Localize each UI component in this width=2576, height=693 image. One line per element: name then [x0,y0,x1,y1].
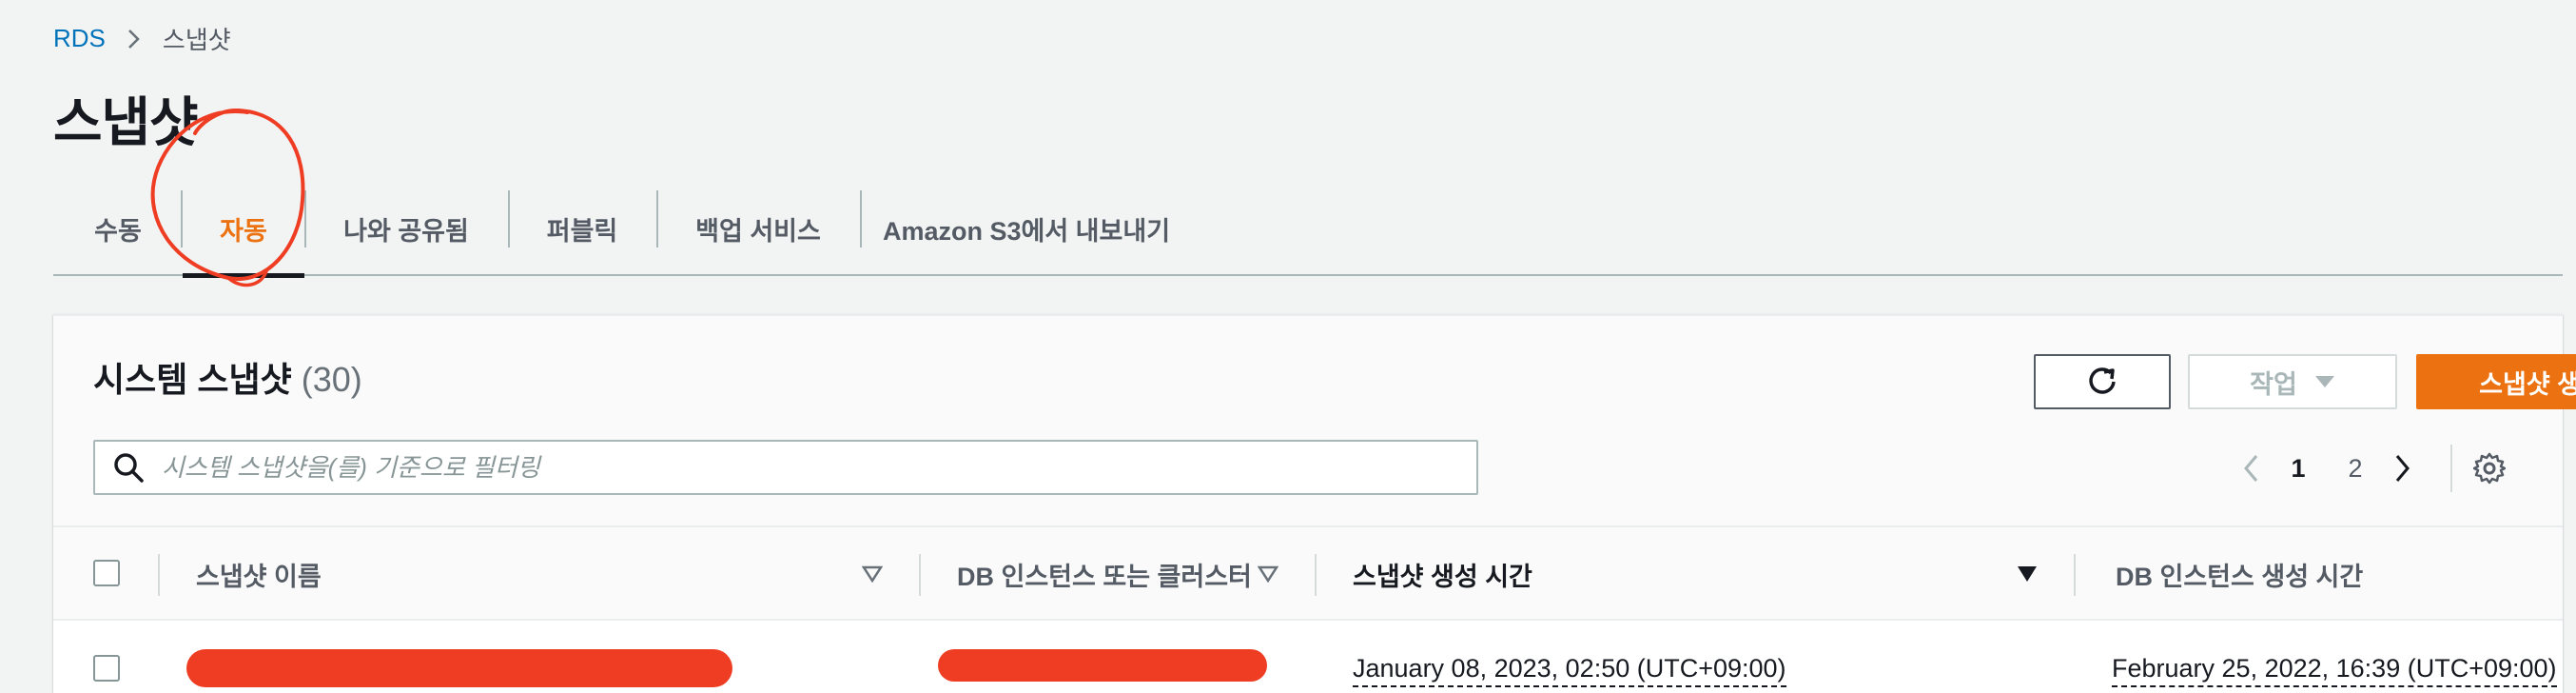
chevron-left-icon[interactable] [2232,453,2270,484]
search-box [93,440,1478,495]
tab-public[interactable]: 퍼블릭 [508,181,656,276]
pagination-divider [2450,445,2452,492]
page-number[interactable]: 1 [2270,454,2327,484]
snapshots-panel: 시스템 스냅샷 (30) 작업 스냅샷 생성 1 2 [53,314,2576,693]
panel-header: 시스템 스냅샷 (30) 작업 스냅샷 생성 1 2 [53,316,2576,527]
chevron-right-icon[interactable] [2384,453,2422,484]
search-icon [112,451,145,484]
tab-bar: 수동 자동 나와 공유됨 퍼블릭 백업 서비스 Amazon S3에서 내보내기 [53,181,2563,278]
breadcrumb: RDS 스냅샷 [53,21,231,56]
tab-shared-with-me[interactable]: 나와 공유됨 [304,181,508,276]
snapshot-time-value: January 08, 2023, 02:50 (UTC+09:00) [1353,651,1786,687]
chevron-right-icon [127,28,142,50]
panel-title-text: 시스템 스냅샷 [93,360,292,399]
column-divider [919,554,921,596]
page-number[interactable]: 2 [2327,454,2384,484]
refresh-button[interactable] [2034,354,2171,409]
instance-time-value: February 25, 2022, 16:39 (UTC+09:00) [2112,651,2557,687]
sort-icon[interactable] [862,527,883,621]
select-all-checkbox[interactable] [93,560,120,586]
redaction-mark [186,649,732,687]
breadcrumb-rds-link[interactable]: RDS [53,24,106,53]
table-row[interactable]: January 08, 2023, 02:50 (UTC+09:00) Febr… [53,623,2563,693]
column-header-snapshot-name[interactable]: 스냅샷 이름 [196,527,322,621]
refresh-icon [2085,365,2119,399]
actions-label: 작업 [2250,369,2297,399]
panel-count: (30) [301,360,362,399]
instance-time-cell: February 25, 2022, 16:39 (UTC+09:00) [2112,623,2557,693]
column-divider [2074,554,2076,596]
panel-title: 시스템 스냅샷 (30) [93,352,362,402]
tab-exports-in-s3[interactable]: Amazon S3에서 내보내기 [860,181,1193,276]
settings-icon[interactable] [2473,452,2506,485]
create-snapshot-button[interactable]: 스냅샷 생성 [2416,354,2576,409]
column-divider [1315,554,1317,596]
breadcrumb-current: 스냅샷 [162,26,231,54]
annotation-circle [150,108,305,287]
column-header-instance-time[interactable]: DB 인스턴스 생성 시간 [2116,527,2363,621]
caret-down-icon [2314,375,2335,388]
column-header-db-instance[interactable]: DB 인스턴스 또는 클러스터 [957,527,1252,621]
tab-backup-service[interactable]: 백업 서비스 [656,181,860,276]
column-divider [158,554,160,596]
pagination: 1 2 [2232,445,2506,492]
table-header: 스냅샷 이름 DB 인스턴스 또는 클러스터 스냅샷 생성 시간 DB 인스턴스… [53,527,2563,621]
actions-dropdown[interactable]: 작업 [2188,354,2397,409]
sort-icon[interactable] [1258,527,1278,621]
search-input[interactable] [162,452,1455,483]
snapshot-time-cell: January 08, 2023, 02:50 (UTC+09:00) [1353,623,1786,693]
column-header-snapshot-time[interactable]: 스냅샷 생성 시간 [1353,527,1532,621]
sort-desc-icon[interactable] [2017,527,2038,621]
redaction-mark [938,649,1267,682]
row-checkbox[interactable] [93,655,120,682]
